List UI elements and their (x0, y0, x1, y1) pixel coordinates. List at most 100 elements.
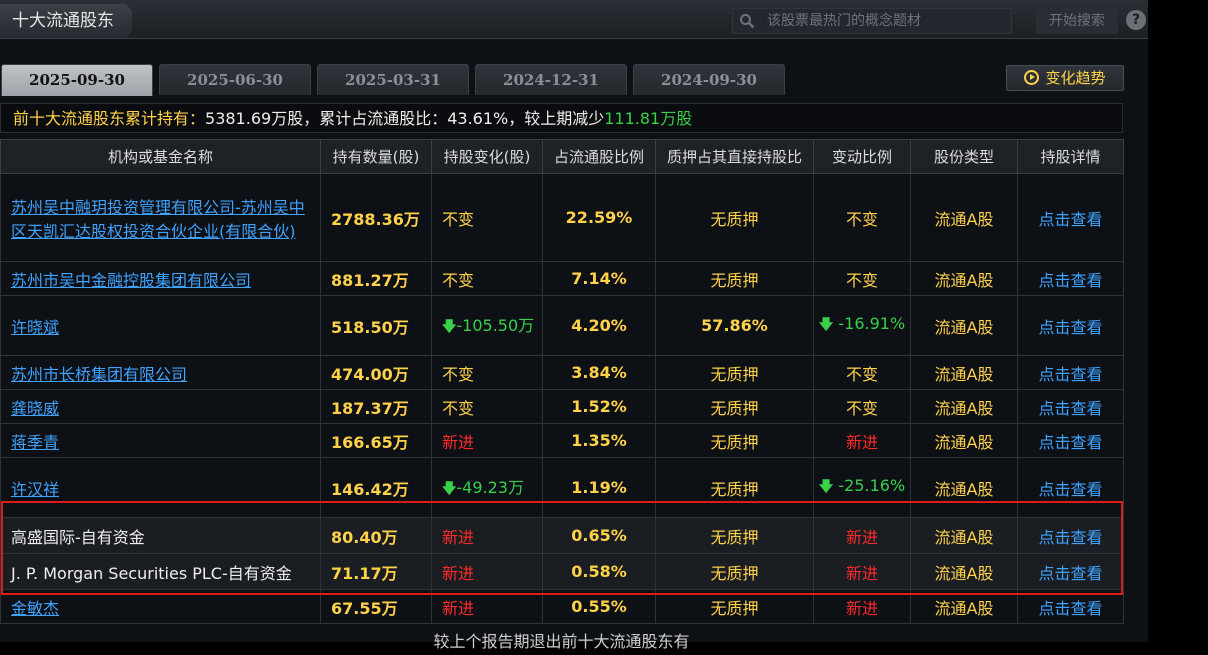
cell-ratio: 0.55% (542, 589, 656, 624)
cell-detail: 点击查看 (1017, 389, 1124, 424)
cell-ratio: 22.59% (542, 173, 656, 262)
cell-name: J. P. Morgan Securities PLC-自有资金 (0, 553, 321, 590)
cell-holding: 2788.36万 (320, 173, 432, 262)
cell-share-type: 流通A股 (910, 261, 1018, 296)
cell-pledge: 无质押 (655, 173, 814, 262)
view-detail-link[interactable]: 点击查看 (1038, 528, 1102, 547)
cell-name: 许晓斌 (0, 295, 321, 356)
cell-change-ratio: 不变 (813, 389, 911, 424)
change-value: -105.50万 (456, 315, 535, 335)
cell-pledge: 无质押 (655, 355, 814, 390)
trend-button[interactable]: 变化趋势 (1006, 65, 1124, 91)
cell-share-type: 流通A股 (910, 173, 1018, 262)
cell-detail: 点击查看 (1017, 553, 1124, 590)
change-value: 新进 (442, 563, 475, 583)
view-detail-link[interactable]: 点击查看 (1038, 433, 1102, 452)
shareholder-link[interactable]: 苏州市吴中金融控股集团有限公司 (11, 271, 251, 290)
tab-period[interactable]: 2025-06-30 (159, 64, 311, 95)
tab-period[interactable]: 2025-03-31 (317, 64, 469, 95)
cell-ratio: 3.84% (542, 355, 656, 390)
cell-change-ratio: 🡇 -25.16% (813, 457, 911, 518)
cell-pledge: 无质押 (655, 589, 814, 624)
table-row: 许晓斌 518.50万 🡇-105.50万 4.20% 57.86% 🡇 -16.91% 流… (0, 295, 1124, 356)
change-value: 新进 (442, 598, 475, 618)
cell-change: 🡇-105.50万 (431, 295, 543, 356)
table-row: 龚晓威 187.37万 不变 1.52% 无质押 不变 流通A股 点击查看 (0, 389, 1124, 424)
cell-pledge: 57.86% (655, 295, 814, 356)
cell-detail: 点击查看 (1017, 457, 1124, 518)
change-value: 新进 (442, 527, 475, 547)
change-value: -49.23万 (456, 477, 524, 497)
column-header: 股份类型 (910, 139, 1018, 174)
view-detail-link[interactable]: 点击查看 (1038, 599, 1102, 618)
cell-change: 新进 (431, 423, 543, 458)
cell-name: 苏州吴中融玥投资管理有限公司-苏州吴中区天凯汇达股权投资合伙企业(有限合伙) (0, 173, 321, 262)
cell-name: 龚晓威 (0, 389, 321, 424)
change-value: 不变 (442, 209, 475, 229)
tab-period[interactable]: 2025-09-30 (1, 64, 153, 96)
shareholder-link[interactable]: 苏州市长桥集团有限公司 (11, 365, 187, 384)
shareholder-link[interactable]: 龚晓威 (11, 399, 59, 418)
help-icon[interactable]: ? (1126, 10, 1146, 30)
cell-share-type: 流通A股 (910, 553, 1018, 590)
cell-holding: 80.40万 (320, 517, 432, 554)
shareholder-link[interactable]: 苏州吴中融玥投资管理有限公司-苏州吴中区天凯汇达股权投资合伙企业(有限合伙) (11, 198, 305, 241)
cell-holding: 166.65万 (320, 423, 432, 458)
play-icon (1024, 70, 1040, 85)
view-detail-link[interactable]: 点击查看 (1038, 318, 1102, 337)
tab-period[interactable]: 2024-12-31 (475, 64, 627, 95)
change-ratio-value: 新进 (845, 563, 878, 583)
shareholder-link[interactable]: 许汉祥 (11, 480, 59, 499)
cell-change: 不变 (431, 355, 543, 390)
cell-detail: 点击查看 (1017, 589, 1124, 624)
view-detail-link[interactable]: 点击查看 (1038, 271, 1102, 290)
view-detail-link[interactable]: 点击查看 (1038, 564, 1102, 583)
cell-share-type: 流通A股 (910, 389, 1018, 424)
change-ratio-value: 不变 (845, 364, 878, 384)
cell-pledge: 无质押 (655, 423, 814, 458)
cell-pledge: 无质押 (655, 261, 814, 296)
summary-label-1: 前十大流通股东累计持有： (13, 109, 206, 128)
cell-change-ratio: 不变 (813, 355, 911, 390)
cell-detail: 点击查看 (1017, 173, 1124, 262)
shareholder-link[interactable]: 蒋季青 (11, 433, 59, 452)
cell-name: 高盛国际-自有资金 (0, 517, 321, 554)
view-detail-link[interactable]: 点击查看 (1038, 210, 1102, 229)
view-detail-link[interactable]: 点击查看 (1038, 365, 1102, 384)
down-arrow-icon: 🡇 (442, 318, 457, 335)
search-placeholder: 该股票最热门的概念题材 (767, 13, 921, 29)
cell-name: 蒋季青 (0, 423, 321, 458)
search-icon (740, 14, 755, 29)
change-value: 不变 (442, 364, 475, 384)
view-detail-link[interactable]: 点击查看 (1038, 399, 1102, 418)
cell-name: 金敏杰 (0, 589, 321, 624)
shareholder-name: J. P. Morgan Securities PLC-自有资金 (11, 563, 292, 583)
change-ratio-value: 不变 (845, 398, 878, 418)
cell-share-type: 流通A股 (910, 589, 1018, 624)
shareholder-link[interactable]: 许晓斌 (11, 318, 59, 337)
table-row: 许汉祥 146.42万 🡇-49.23万 1.19% 无质押 🡇 -25.16% 流通A股点… (0, 457, 1124, 518)
cell-change-ratio: 不变 (813, 173, 911, 262)
cell-change-ratio: 新进 (813, 589, 911, 624)
cell-ratio: 4.20% (542, 295, 656, 356)
summary-label-3: ，较上期减少 (508, 109, 605, 128)
tab-period[interactable]: 2024-09-30 (633, 64, 785, 95)
cell-ratio: 0.58% (542, 553, 656, 590)
cell-change-ratio: 新进 (813, 423, 911, 458)
view-detail-link[interactable]: 点击查看 (1038, 480, 1102, 499)
concept-search-input[interactable]: 该股票最热门的概念题材 (732, 8, 1012, 34)
cell-ratio: 7.14% (542, 261, 656, 296)
change-value: 不变 (442, 270, 475, 290)
cell-holding: 474.00万 (320, 355, 432, 390)
cell-ratio: 0.65% (542, 517, 656, 554)
cell-pledge: 无质押 (655, 517, 814, 554)
cell-share-type: 流通A股 (910, 457, 1018, 518)
cell-name: 苏州市长桥集团有限公司 (0, 355, 321, 390)
cell-detail: 点击查看 (1017, 261, 1124, 296)
cell-detail: 点击查看 (1017, 295, 1124, 356)
search-button[interactable]: 开始搜索 (1036, 8, 1118, 34)
shareholders-table: 机构或基金名称 持有数量(股) 持股变化(股) 占流通股比例 质押占其直接持股比 变动比例… (0, 139, 1124, 624)
shareholder-link[interactable]: 金敏杰 (11, 599, 59, 618)
column-header: 占流通股比例 (542, 139, 656, 174)
table-row: J. P. Morgan Securities PLC-自有资金 71.17万 新进… (0, 553, 1124, 590)
